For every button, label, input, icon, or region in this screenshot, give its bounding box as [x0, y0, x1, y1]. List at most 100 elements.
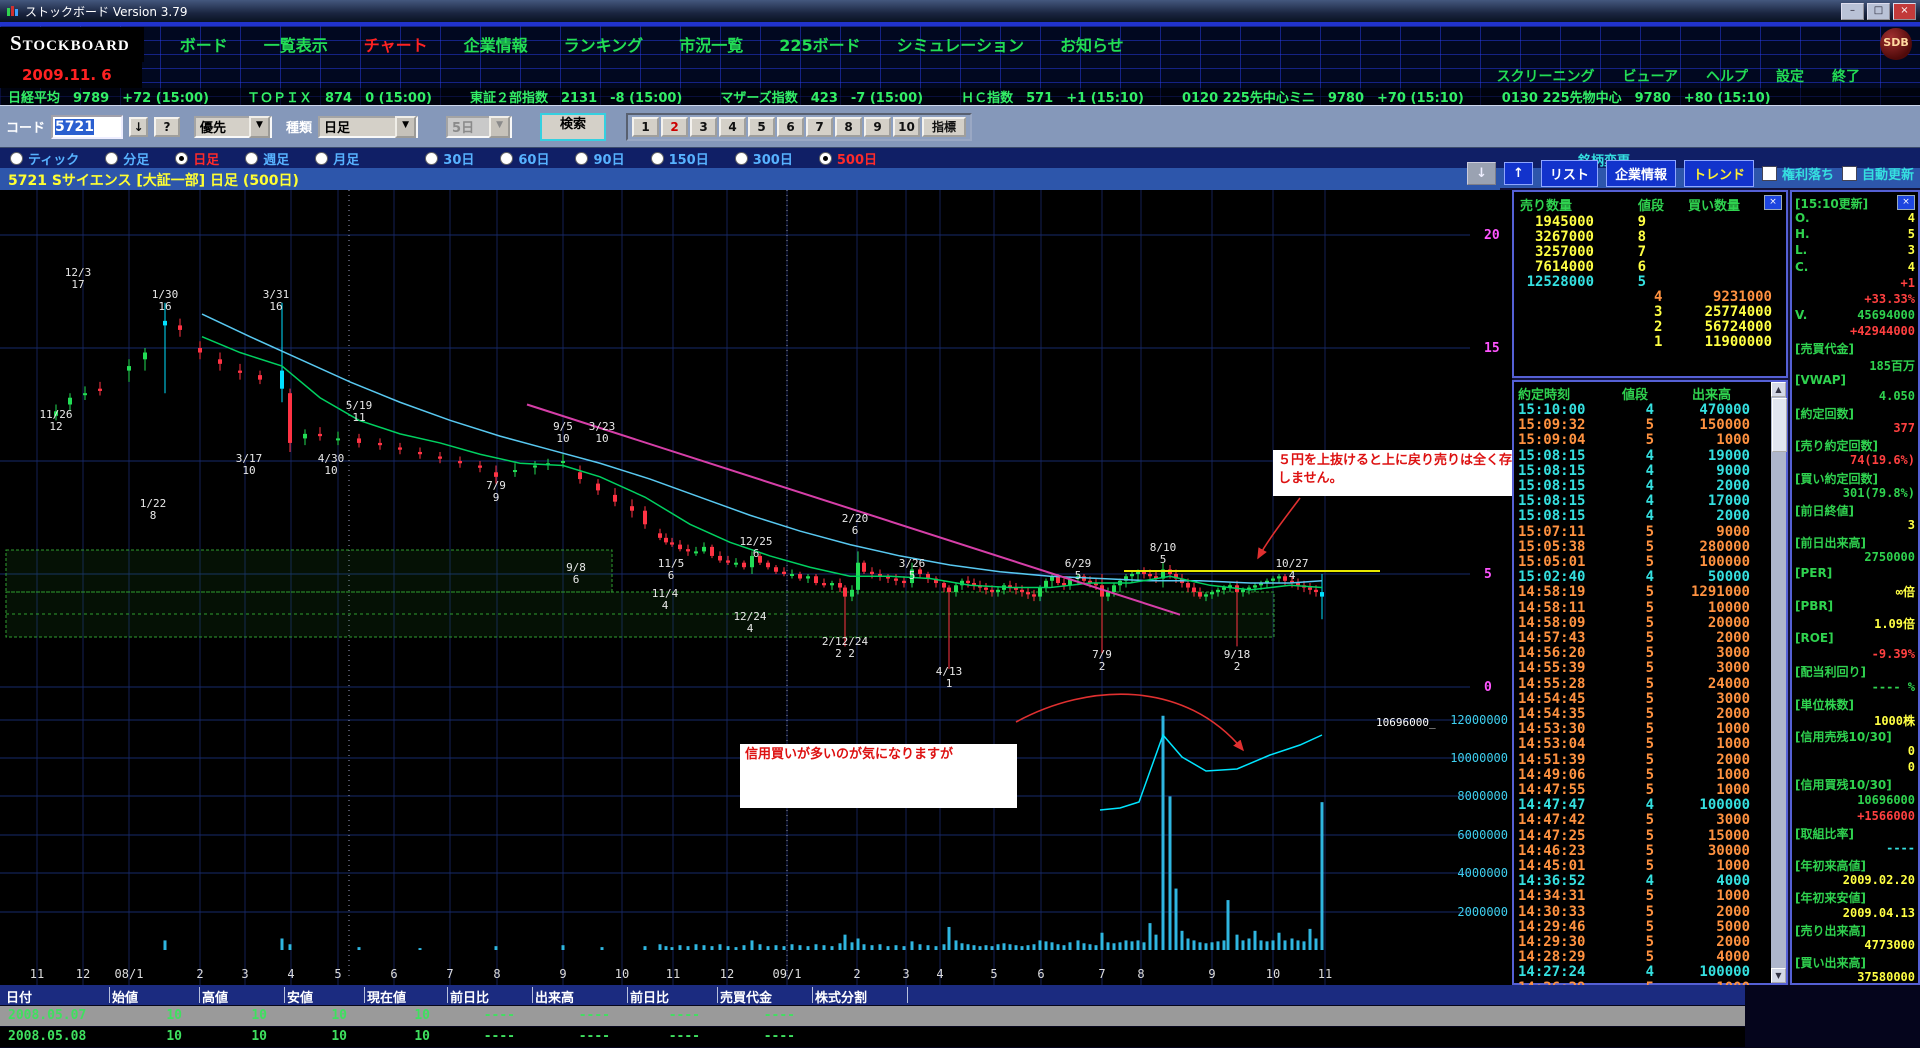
checkbox-自動更新[interactable]: 自動更新	[1842, 164, 1914, 183]
menu-item-シミュレーション[interactable]: シミュレーション	[897, 32, 1024, 56]
type-select[interactable]: 日足▼	[318, 116, 418, 138]
nav-down-button[interactable]: ↓	[1467, 162, 1496, 185]
page-button-3[interactable]: 3	[690, 117, 717, 137]
indicator-button[interactable]: 指標	[922, 117, 966, 137]
app-icon	[6, 5, 20, 17]
close-button[interactable]: ×	[1893, 3, 1916, 20]
period-radio-30日[interactable]: 30日	[425, 149, 474, 168]
help-button[interactable]: ?	[154, 117, 180, 137]
period-radio-500日[interactable]: 500日	[819, 149, 877, 168]
period-radio-週足[interactable]: 週足	[245, 149, 289, 168]
top-link-設定[interactable]: 設定	[1776, 66, 1804, 86]
top-link-スクリーニング[interactable]: スクリーニング	[1497, 66, 1595, 86]
svg-text:2: 2	[1099, 660, 1106, 673]
stat-line: L.3	[1795, 243, 1917, 259]
stat-line: 2009.02.20	[1795, 873, 1917, 889]
tape-row: 15:10:004470000	[1514, 402, 1764, 417]
menu-item-チャート[interactable]: チャート	[364, 32, 428, 56]
close-icon[interactable]: ×	[1764, 195, 1782, 210]
stat-value: +42944000	[1850, 324, 1915, 338]
stat-value: 185百万	[1869, 357, 1915, 374]
page-button-9[interactable]: 9	[864, 117, 891, 137]
menu-item-一覧表示[interactable]: 一覧表示	[264, 32, 328, 56]
stat-value: ∞倍	[1896, 583, 1915, 600]
history-header-cell: 現在値	[367, 987, 448, 1003]
page-button-5[interactable]: 5	[748, 117, 775, 137]
page-button-10[interactable]: 10	[893, 117, 920, 137]
window-titlebar: ストックボード Version 3.79 –□×	[0, 0, 1920, 22]
menu-item-ボード[interactable]: ボード	[180, 32, 228, 56]
table-row[interactable]: 2008.05.0810101010----------------	[0, 1027, 1745, 1047]
period-radio-ティック[interactable]: ティック	[10, 149, 79, 168]
priority-select[interactable]: 優先▼	[194, 116, 272, 138]
header-button-リスト[interactable]: リスト	[1541, 160, 1598, 187]
radio-label: 日足	[193, 149, 219, 168]
period-radio-300日[interactable]: 300日	[735, 149, 793, 168]
header-button-トレンド[interactable]: トレンド	[1684, 160, 1754, 187]
period-radio-月足[interactable]: 月足	[315, 149, 359, 168]
top-link-終了[interactable]: 終了	[1832, 66, 1860, 86]
tape-row: 15:08:1542000	[1514, 478, 1764, 493]
menu-item-お知らせ[interactable]: お知らせ	[1060, 32, 1124, 56]
code-label: コード	[6, 117, 45, 136]
stat-label: L.	[1795, 243, 1807, 257]
search-button[interactable]: 検索	[540, 113, 606, 141]
svg-text:5: 5	[1484, 567, 1492, 582]
page-button-6[interactable]: 6	[777, 117, 804, 137]
history-cell: 10	[202, 1008, 267, 1023]
tape-row: 14:45:0151000	[1514, 858, 1764, 873]
stat-line: 10696000	[1795, 793, 1917, 809]
menu-item-企業情報[interactable]: 企業情報	[464, 32, 528, 56]
history-cell: 10	[287, 1008, 347, 1023]
history-cell: 10	[112, 1008, 182, 1023]
stat-label: [売買代金]	[1795, 340, 1854, 357]
menu-item-225ボード[interactable]: 225ボード	[779, 32, 860, 56]
top-link-ヘルプ[interactable]: ヘルプ	[1706, 66, 1748, 86]
stat-line: [買い約定回数]	[1795, 470, 1917, 486]
history-header-cell: 株式分割	[815, 987, 908, 1003]
period-radio-90日[interactable]: 90日	[575, 149, 624, 168]
svg-text:2: 2	[853, 967, 860, 981]
minimize-button[interactable]: –	[1841, 3, 1864, 20]
maximize-button[interactable]: □	[1867, 3, 1890, 20]
svg-text:1: 1	[946, 677, 953, 690]
checkbox-icon[interactable]	[1762, 166, 1777, 181]
svg-text:11: 11	[1318, 967, 1332, 981]
chevron-down-icon[interactable]: ▼	[249, 116, 270, 138]
current-date: 2009.11. 6	[0, 62, 142, 88]
checkbox-icon[interactable]	[1842, 166, 1857, 181]
tape-scrollbar[interactable]: ▲▼	[1771, 382, 1786, 983]
code-down-button[interactable]: ↓	[129, 117, 148, 137]
page-button-8[interactable]: 8	[835, 117, 862, 137]
header-button-企業情報[interactable]: 企業情報	[1606, 160, 1676, 187]
page-button-7[interactable]: 7	[806, 117, 833, 137]
checkbox-権利落ち[interactable]: 権利落ち	[1762, 164, 1834, 183]
table-row[interactable]: 2008.05.0710101010----------------	[0, 1006, 1745, 1026]
nav-up-button[interactable]: ↑	[1504, 162, 1533, 185]
page-button-2[interactable]: 2	[661, 117, 688, 137]
chevron-down-icon[interactable]: ▼	[395, 116, 416, 138]
scroll-thumb[interactable]	[1772, 398, 1787, 452]
period-radio-日足[interactable]: 日足	[175, 149, 219, 168]
stat-line: +33.33%	[1795, 292, 1917, 308]
tape-row: 14:58:1951291000	[1514, 584, 1764, 599]
menu-item-市況一覧[interactable]: 市況一覧	[679, 32, 743, 56]
scroll-down-icon[interactable]: ▼	[1771, 968, 1786, 983]
stat-line: -9.39%	[1795, 647, 1917, 663]
index-quote: 東証２部指数 2131 -8 (15:00)	[470, 87, 682, 106]
svg-text:10696000_: 10696000_	[1376, 716, 1436, 729]
history-cell: ----	[720, 1008, 795, 1023]
page-button-4[interactable]: 4	[719, 117, 746, 137]
scroll-up-icon[interactable]: ▲	[1771, 382, 1786, 397]
page-button-1[interactable]: 1	[632, 117, 659, 137]
stat-value: 10696000	[1857, 793, 1915, 807]
svg-text:8000000: 8000000	[1457, 789, 1508, 803]
tape-row: 14:29:3052000	[1514, 934, 1764, 949]
period-radio-分足[interactable]: 分足	[105, 149, 149, 168]
period-radio-150日[interactable]: 150日	[651, 149, 709, 168]
code-input[interactable]: 5721	[51, 115, 123, 139]
menu-item-ランキング[interactable]: ランキング	[564, 32, 644, 56]
period-radio-60日[interactable]: 60日	[500, 149, 549, 168]
top-link-ビューア[interactable]: ビューア	[1623, 66, 1678, 86]
tape-row: 14:53:3051000	[1514, 721, 1764, 736]
